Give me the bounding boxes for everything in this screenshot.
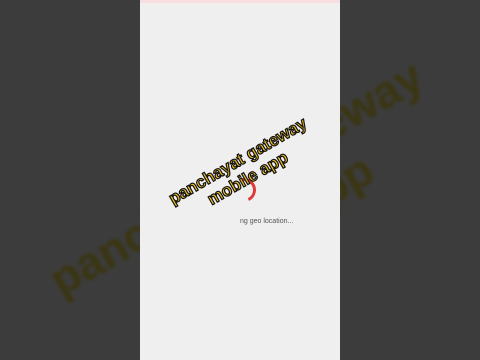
top-progress-bar [140, 0, 340, 3]
video-frame: panchayat gateway mobile app ng geo loca… [0, 0, 480, 360]
geo-location-status: ng geo location... [240, 218, 294, 225]
